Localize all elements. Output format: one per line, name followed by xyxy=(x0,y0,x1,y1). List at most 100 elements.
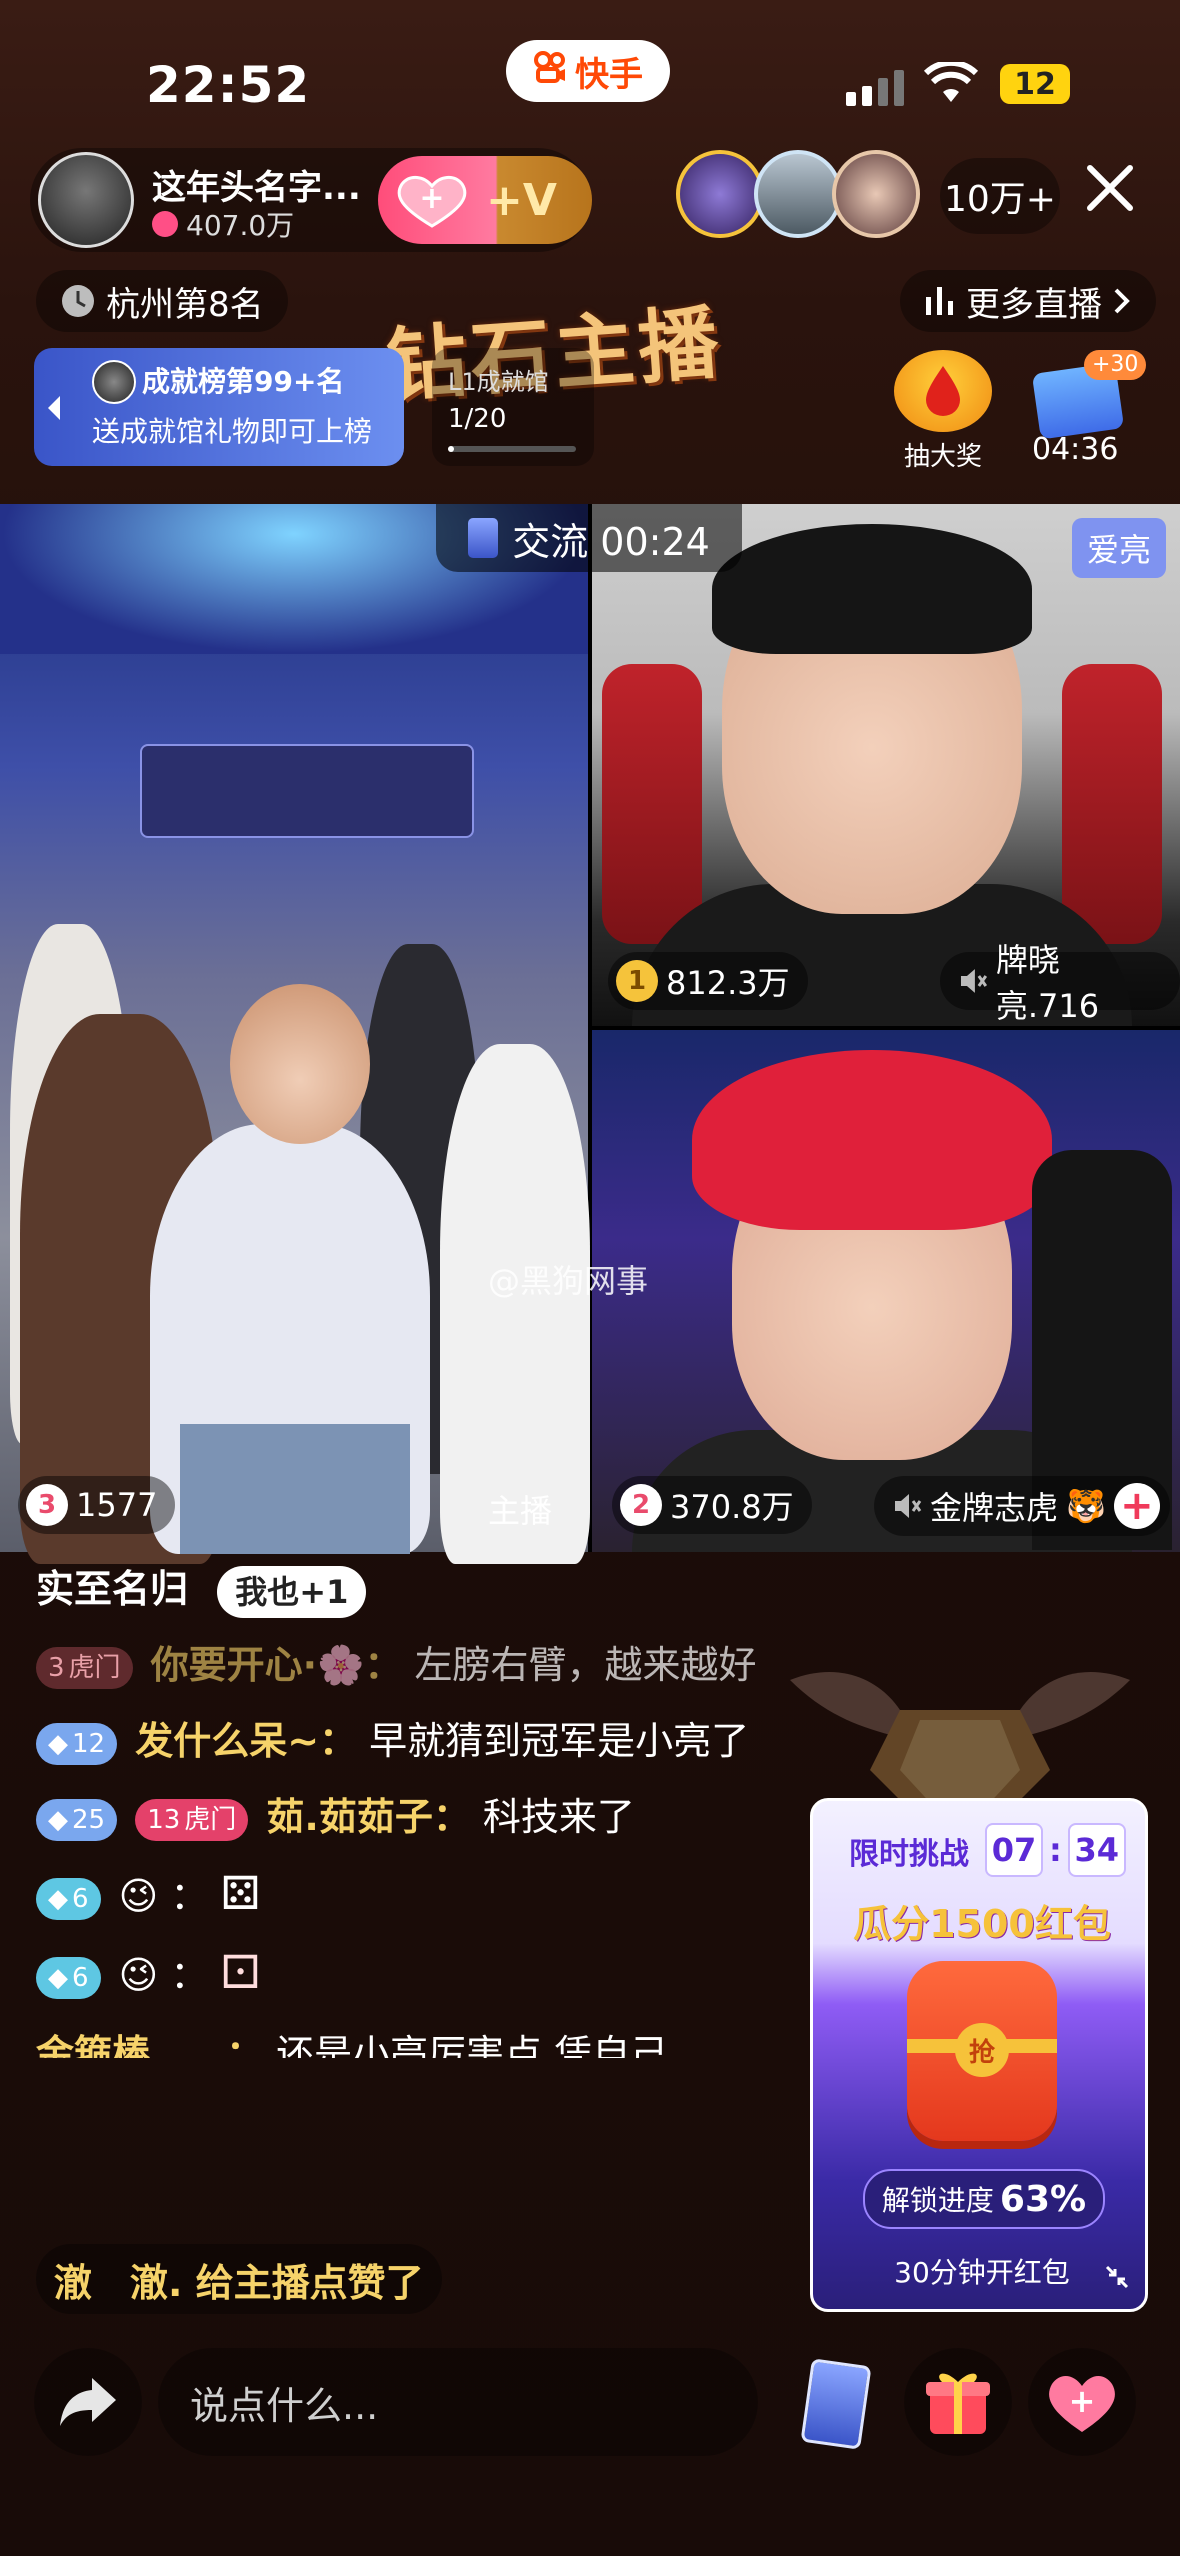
city-rank-pill[interactable]: 杭州第8名 xyxy=(36,270,288,332)
host-label: 主播 xyxy=(488,1492,553,1530)
score-value: 370.8万 xyxy=(670,1488,794,1526)
challenge-title: 限时挑战 xyxy=(849,1837,969,1872)
popularity-timer[interactable]: +30 04:36 xyxy=(1022,350,1152,468)
timer-value: 04:36 xyxy=(1032,432,1119,467)
chat-message: ◆ 12 发什么呆~： 早就猜到冠军是小亮了 xyxy=(36,1712,796,1770)
chat-message: 金箍棒……： 还是小亮厉害点 凭自己 xyxy=(36,2022,796,2058)
achievement-subtitle: 送成就馆礼物即可上榜 xyxy=(92,415,373,448)
dice-icon: ⚄ xyxy=(220,1866,261,1920)
pk-video-grid xyxy=(0,504,1180,1564)
top-viewers[interactable] xyxy=(676,150,920,238)
mute-icon xyxy=(960,969,988,993)
wifi-icon xyxy=(923,59,979,108)
chat-text: 还是小亮厉害点 凭自己 xyxy=(276,2032,669,2058)
svg-text:+: + xyxy=(1069,2382,1096,2420)
host-mini-avatar xyxy=(92,360,136,404)
viewer-count[interactable]: 10万+ xyxy=(940,158,1060,234)
card-button[interactable] xyxy=(780,2348,888,2456)
gift-button[interactable] xyxy=(904,2348,1012,2456)
challenge-main-text: 瓜分1500红包 xyxy=(853,1902,1111,1946)
fan-tag[interactable]: 爱亮 xyxy=(1072,518,1166,578)
host-avatar[interactable] xyxy=(38,152,134,248)
status-time: 22:52 xyxy=(146,56,311,114)
unlock-progress-label: 解锁进度 xyxy=(881,2184,994,2217)
gift-icon xyxy=(926,2373,990,2434)
video-left-stage[interactable] xyxy=(0,504,590,1564)
hall-progress: 1/20 xyxy=(448,404,507,434)
comment-input[interactable]: 说点什么... xyxy=(158,2348,758,2456)
viewer-avatar[interactable] xyxy=(754,150,842,238)
signal-icon xyxy=(846,70,908,110)
score-pill-bottom-right[interactable]: 2 370.8万 xyxy=(612,1476,812,1534)
city-rank-label: 杭州第8名 xyxy=(106,284,264,325)
more-live-label: 更多直播 xyxy=(966,284,1102,325)
video-bottom-right[interactable] xyxy=(592,1030,1180,1552)
limited-challenge-card[interactable]: 限时挑战 07 : 34 瓜分1500红包 抢 解锁进度 63% 30分钟开红包 xyxy=(810,1798,1148,2312)
rank-badge: 3 xyxy=(26,1484,68,1526)
viewer-avatar[interactable] xyxy=(676,150,764,238)
streamer-name: 金牌志虎 xyxy=(930,1489,1059,1527)
score-value: 812.3万 xyxy=(666,964,790,1002)
host-name: 这年头名字... xyxy=(152,168,361,208)
diamond-icon: ◆ xyxy=(48,1728,68,1759)
score-pill-top-right[interactable]: 1 812.3万 xyxy=(608,952,808,1010)
kuaishou-logo-icon xyxy=(533,50,567,93)
fan-club-badge: 13 虎门 xyxy=(135,1798,249,1841)
chat-message: ◆ 6 😉 ： ⚄ xyxy=(36,1864,796,1925)
viewer-avatar[interactable] xyxy=(832,150,920,238)
rank-badge: 2 xyxy=(620,1484,662,1526)
more-live-button[interactable]: 更多直播 xyxy=(900,270,1156,332)
level-badge: ◆ 12 xyxy=(36,1722,118,1765)
streamer-name-bottom-right[interactable]: 金牌志虎 🐯 + xyxy=(874,1476,1170,1536)
chat-text: 左膀右臂，越来越好 xyxy=(414,1643,757,1687)
chat-message: 实至名归 我也+1 xyxy=(36,1560,796,1618)
share-icon xyxy=(60,2378,116,2426)
achievement-card[interactable]: 成就榜第99+名 送成就馆礼物即可上榜 xyxy=(34,348,404,466)
chevron-left-icon xyxy=(48,396,60,420)
like-button[interactable]: + xyxy=(1028,2348,1136,2456)
level-badge: ◆ 25 xyxy=(36,1798,118,1841)
wink-emoji: 😉 xyxy=(118,1953,159,1997)
level-badge: ◆ 6 xyxy=(36,1877,101,1920)
timer-badge: +30 xyxy=(1084,350,1147,380)
follow-plus-button[interactable]: + xyxy=(1113,1483,1160,1529)
heart-plus-icon: + xyxy=(378,172,486,228)
achievement-title: 成就榜第99+名 xyxy=(142,365,345,398)
host-likes: 407.0万 xyxy=(152,204,294,244)
chat-username[interactable]: 发什么呆~： xyxy=(135,1719,357,1763)
like-notification: 澈 澈. 给主播点赞了 xyxy=(36,2244,442,2314)
plus-one-button[interactable]: 我也+1 xyxy=(217,1565,367,1618)
lottery-icon xyxy=(894,350,992,432)
chat-username[interactable]: 金箍棒……： xyxy=(36,2032,264,2058)
comment-placeholder: 说点什么... xyxy=(190,2383,379,2428)
watermark: @黑狗网事 xyxy=(488,1262,649,1300)
clock-icon xyxy=(62,285,94,317)
countdown-seconds: 34 xyxy=(1067,1823,1126,1877)
challenge-countdown: 07 : 34 xyxy=(985,1823,1126,1877)
share-button[interactable] xyxy=(34,2348,142,2456)
chat-username[interactable]: 茹.茹茹子： xyxy=(266,1795,470,1839)
level-badge: 3 虎门 xyxy=(36,1646,133,1689)
collapse-icon[interactable] xyxy=(1103,2263,1131,2291)
unlock-progress-value: 63% xyxy=(999,2178,1087,2220)
close-icon xyxy=(1087,165,1133,211)
lottery-label: 抽大奖 xyxy=(903,442,982,472)
wink-emoji: 😉 xyxy=(118,1874,159,1918)
red-packet-icon: 抢 xyxy=(907,1961,1057,2141)
follow-button[interactable]: + +V xyxy=(378,156,592,244)
chat-separator: ： xyxy=(170,1953,209,1997)
achievement-hall-card[interactable]: L1成就馆 1/20 xyxy=(432,348,594,466)
chat-message: ◆ 6 😉 ： ⚀ xyxy=(36,1943,796,2004)
chat-username[interactable]: 你要开心·🌸： xyxy=(151,1643,403,1687)
close-button[interactable] xyxy=(1082,160,1138,227)
card-icon xyxy=(800,2358,872,2450)
vip-plus-label: +V xyxy=(486,174,557,226)
red-packet-seal: 抢 xyxy=(955,2023,1009,2077)
dice-icon: ⚀ xyxy=(220,1945,261,1999)
lottery-button[interactable]: 抽大奖 xyxy=(890,350,996,472)
chat-list[interactable]: 实至名归 我也+1 3 虎门 你要开心·🌸： 左膀右臂，越来越好 ◆ 12 发什么呆… xyxy=(36,1560,796,2076)
streamer-name-top-right[interactable]: 牌晓亮.716 xyxy=(940,941,1180,1025)
score-pill-left[interactable]: 3 1577 xyxy=(18,1476,176,1534)
chat-message: ◆ 25 13 虎门 茹.茹茹子： 科技来了 xyxy=(36,1788,796,1846)
exchange-timer: 交流 00:24 xyxy=(436,504,742,572)
